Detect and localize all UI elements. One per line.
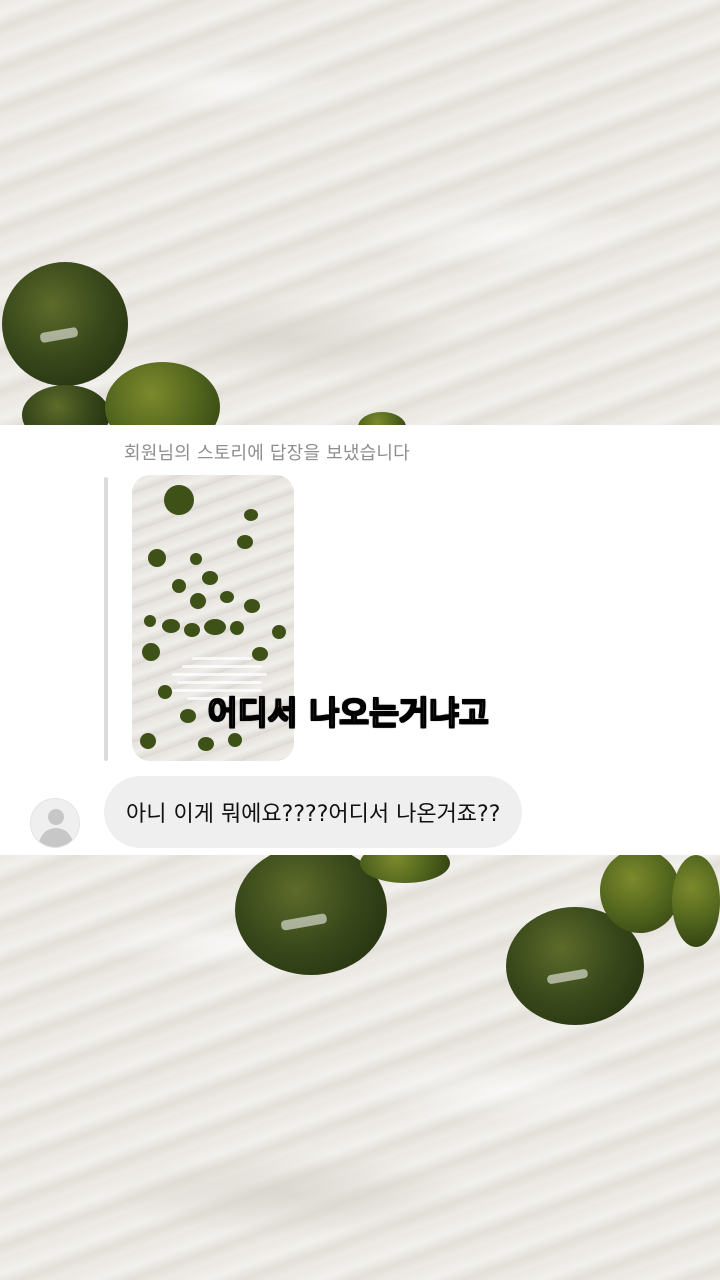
- avatar-shoulders: [39, 828, 73, 847]
- dm-reply-panel: 회원님의 스토리에 답장을 보냈습니다 어디서 나오는거냐고 아니 이게 뭐에요…: [0, 425, 720, 855]
- thumb-seed: [228, 733, 242, 747]
- seed-image: [672, 855, 720, 947]
- thumb-seed: [164, 485, 194, 515]
- thumb-seed: [184, 623, 200, 637]
- thumb-seed: [142, 643, 160, 661]
- story-reply-caption: 회원님의 스토리에 답장을 보냈습니다: [124, 443, 410, 464]
- default-avatar-icon[interactable]: [30, 798, 80, 848]
- thumb-seed: [190, 553, 202, 565]
- thumb-seed: [237, 535, 253, 549]
- seed-image: [235, 855, 387, 975]
- thumb-seed: [162, 619, 180, 633]
- thumb-seed: [158, 685, 172, 699]
- message-text: 아니 이게 뭐에요????어디서 나온거죠??: [126, 802, 501, 827]
- thumb-seed: [198, 737, 214, 751]
- seed-image: [22, 385, 110, 425]
- thumb-seed: [272, 625, 286, 639]
- background-photo-top: [0, 0, 720, 425]
- thumb-seed: [244, 509, 258, 521]
- avatar-head: [48, 809, 64, 825]
- thumb-seed: [220, 591, 234, 603]
- thumb-seed: [148, 549, 166, 567]
- thumb-seed: [244, 599, 260, 613]
- thumb-seed: [190, 593, 206, 609]
- seed-image: [358, 412, 406, 425]
- thumb-seed: [204, 619, 226, 635]
- seed-image: [2, 262, 128, 386]
- thumb-seed: [140, 733, 156, 749]
- seed-image: [105, 362, 220, 425]
- thumb-seed: [230, 621, 244, 635]
- thumb-seed: [180, 709, 196, 723]
- thumb-seed: [172, 579, 186, 593]
- message-bubble[interactable]: 아니 이게 뭐에요????어디서 나온거죠??: [104, 776, 523, 848]
- seed-image: [600, 855, 680, 933]
- quote-bar: [104, 477, 108, 761]
- video-subtitle: 어디서 나오는거냐고: [207, 693, 490, 733]
- thumb-seed: [202, 571, 218, 585]
- thumb-seed: [144, 615, 156, 627]
- background-photo-bottom: [0, 855, 720, 1280]
